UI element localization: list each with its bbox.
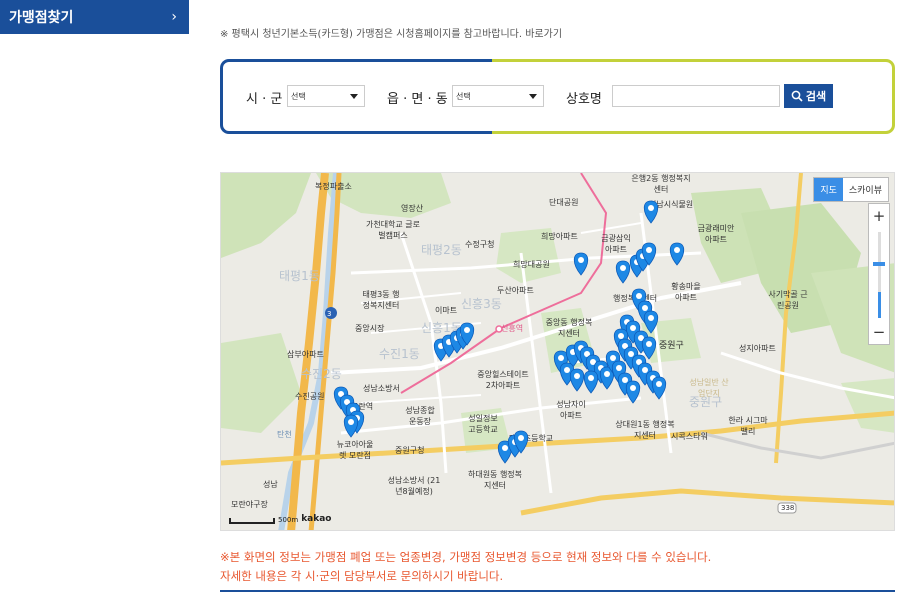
map-marker-icon[interactable] [641, 336, 657, 360]
search-button[interactable]: 검색 [784, 84, 833, 108]
city-label: 시 · 군 [246, 92, 283, 107]
caret-down-icon [529, 94, 537, 99]
store-name-input[interactable] [612, 85, 780, 107]
disclaimer-line-2: 자세한 내용은 각 시·군의 담당부서로 문의하시기 바랍니다. [220, 569, 504, 583]
map-marker-icon[interactable] [669, 242, 685, 266]
city-select-value: 선택 [291, 91, 306, 101]
map-marker-icon[interactable] [569, 368, 585, 392]
town-label: 읍 · 면 · 동 [387, 92, 448, 107]
notice-text: ※ 평택시 청년기본소득(카드형) 가맹점은 시청홈페이지를 참고바랍니다. 바… [220, 29, 563, 40]
search-panel: 시 · 군 선택 읍 · 면 · 동 선택 상호명 검색 [220, 59, 895, 134]
zoom-slider-handle[interactable] [873, 262, 885, 266]
sidebar-item-store-search[interactable]: 가맹점찾기 › [0, 0, 189, 34]
disclaimer-line-1: ※본 화면의 정보는 가맹점 폐업 또는 업종변경, 가맹점 정보변경 등으로 … [220, 550, 712, 564]
store-map[interactable]: 태평2동 신흥3동 신흥1동 수진1동 태평1동 수진2동 중원구 복정파출소 … [220, 172, 895, 531]
zoom-level-fill [878, 292, 881, 318]
zoom-in-button[interactable]: + [869, 206, 889, 226]
search-icon [791, 90, 803, 102]
town-select[interactable]: 선택 [452, 85, 544, 107]
scale-label: 500m [278, 516, 299, 524]
search-button-label: 검색 [805, 90, 827, 103]
scale-bar [229, 518, 275, 524]
chevron-right-icon: › [171, 9, 177, 25]
store-pins [333, 200, 685, 464]
sidebar-item-label: 가맹점찾기 [9, 10, 74, 26]
map-marker-icon[interactable] [583, 370, 599, 394]
disclaimer-text: ※본 화면의 정보는 가맹점 폐업 또는 업종변경, 가맹점 정보변경 등으로 … [220, 548, 711, 586]
map-marker-icon[interactable] [573, 252, 589, 276]
kakao-logo: kakao [301, 514, 332, 524]
map-marker-icon[interactable] [615, 260, 631, 284]
map-marker-icon[interactable] [651, 376, 667, 400]
map-type-switch: 지도 스카이뷰 [813, 177, 889, 202]
section-divider [220, 590, 895, 592]
map-type-roadmap-button[interactable]: 지도 [814, 178, 843, 201]
caret-down-icon [350, 94, 358, 99]
city-select[interactable]: 선택 [287, 85, 365, 107]
map-marker-icon[interactable] [625, 380, 641, 404]
map-marker-icon[interactable] [343, 414, 359, 438]
store-name-label: 상호명 [566, 92, 602, 107]
map-type-skyview-button[interactable]: 스카이뷰 [843, 178, 888, 201]
zoom-out-button[interactable]: − [869, 322, 889, 342]
zoom-control: + − [868, 203, 890, 345]
map-marker-icon[interactable] [643, 200, 659, 224]
town-select-value: 선택 [456, 91, 471, 101]
map-scale: 500m kakao [229, 514, 332, 524]
map-marker-icon[interactable] [643, 310, 659, 334]
